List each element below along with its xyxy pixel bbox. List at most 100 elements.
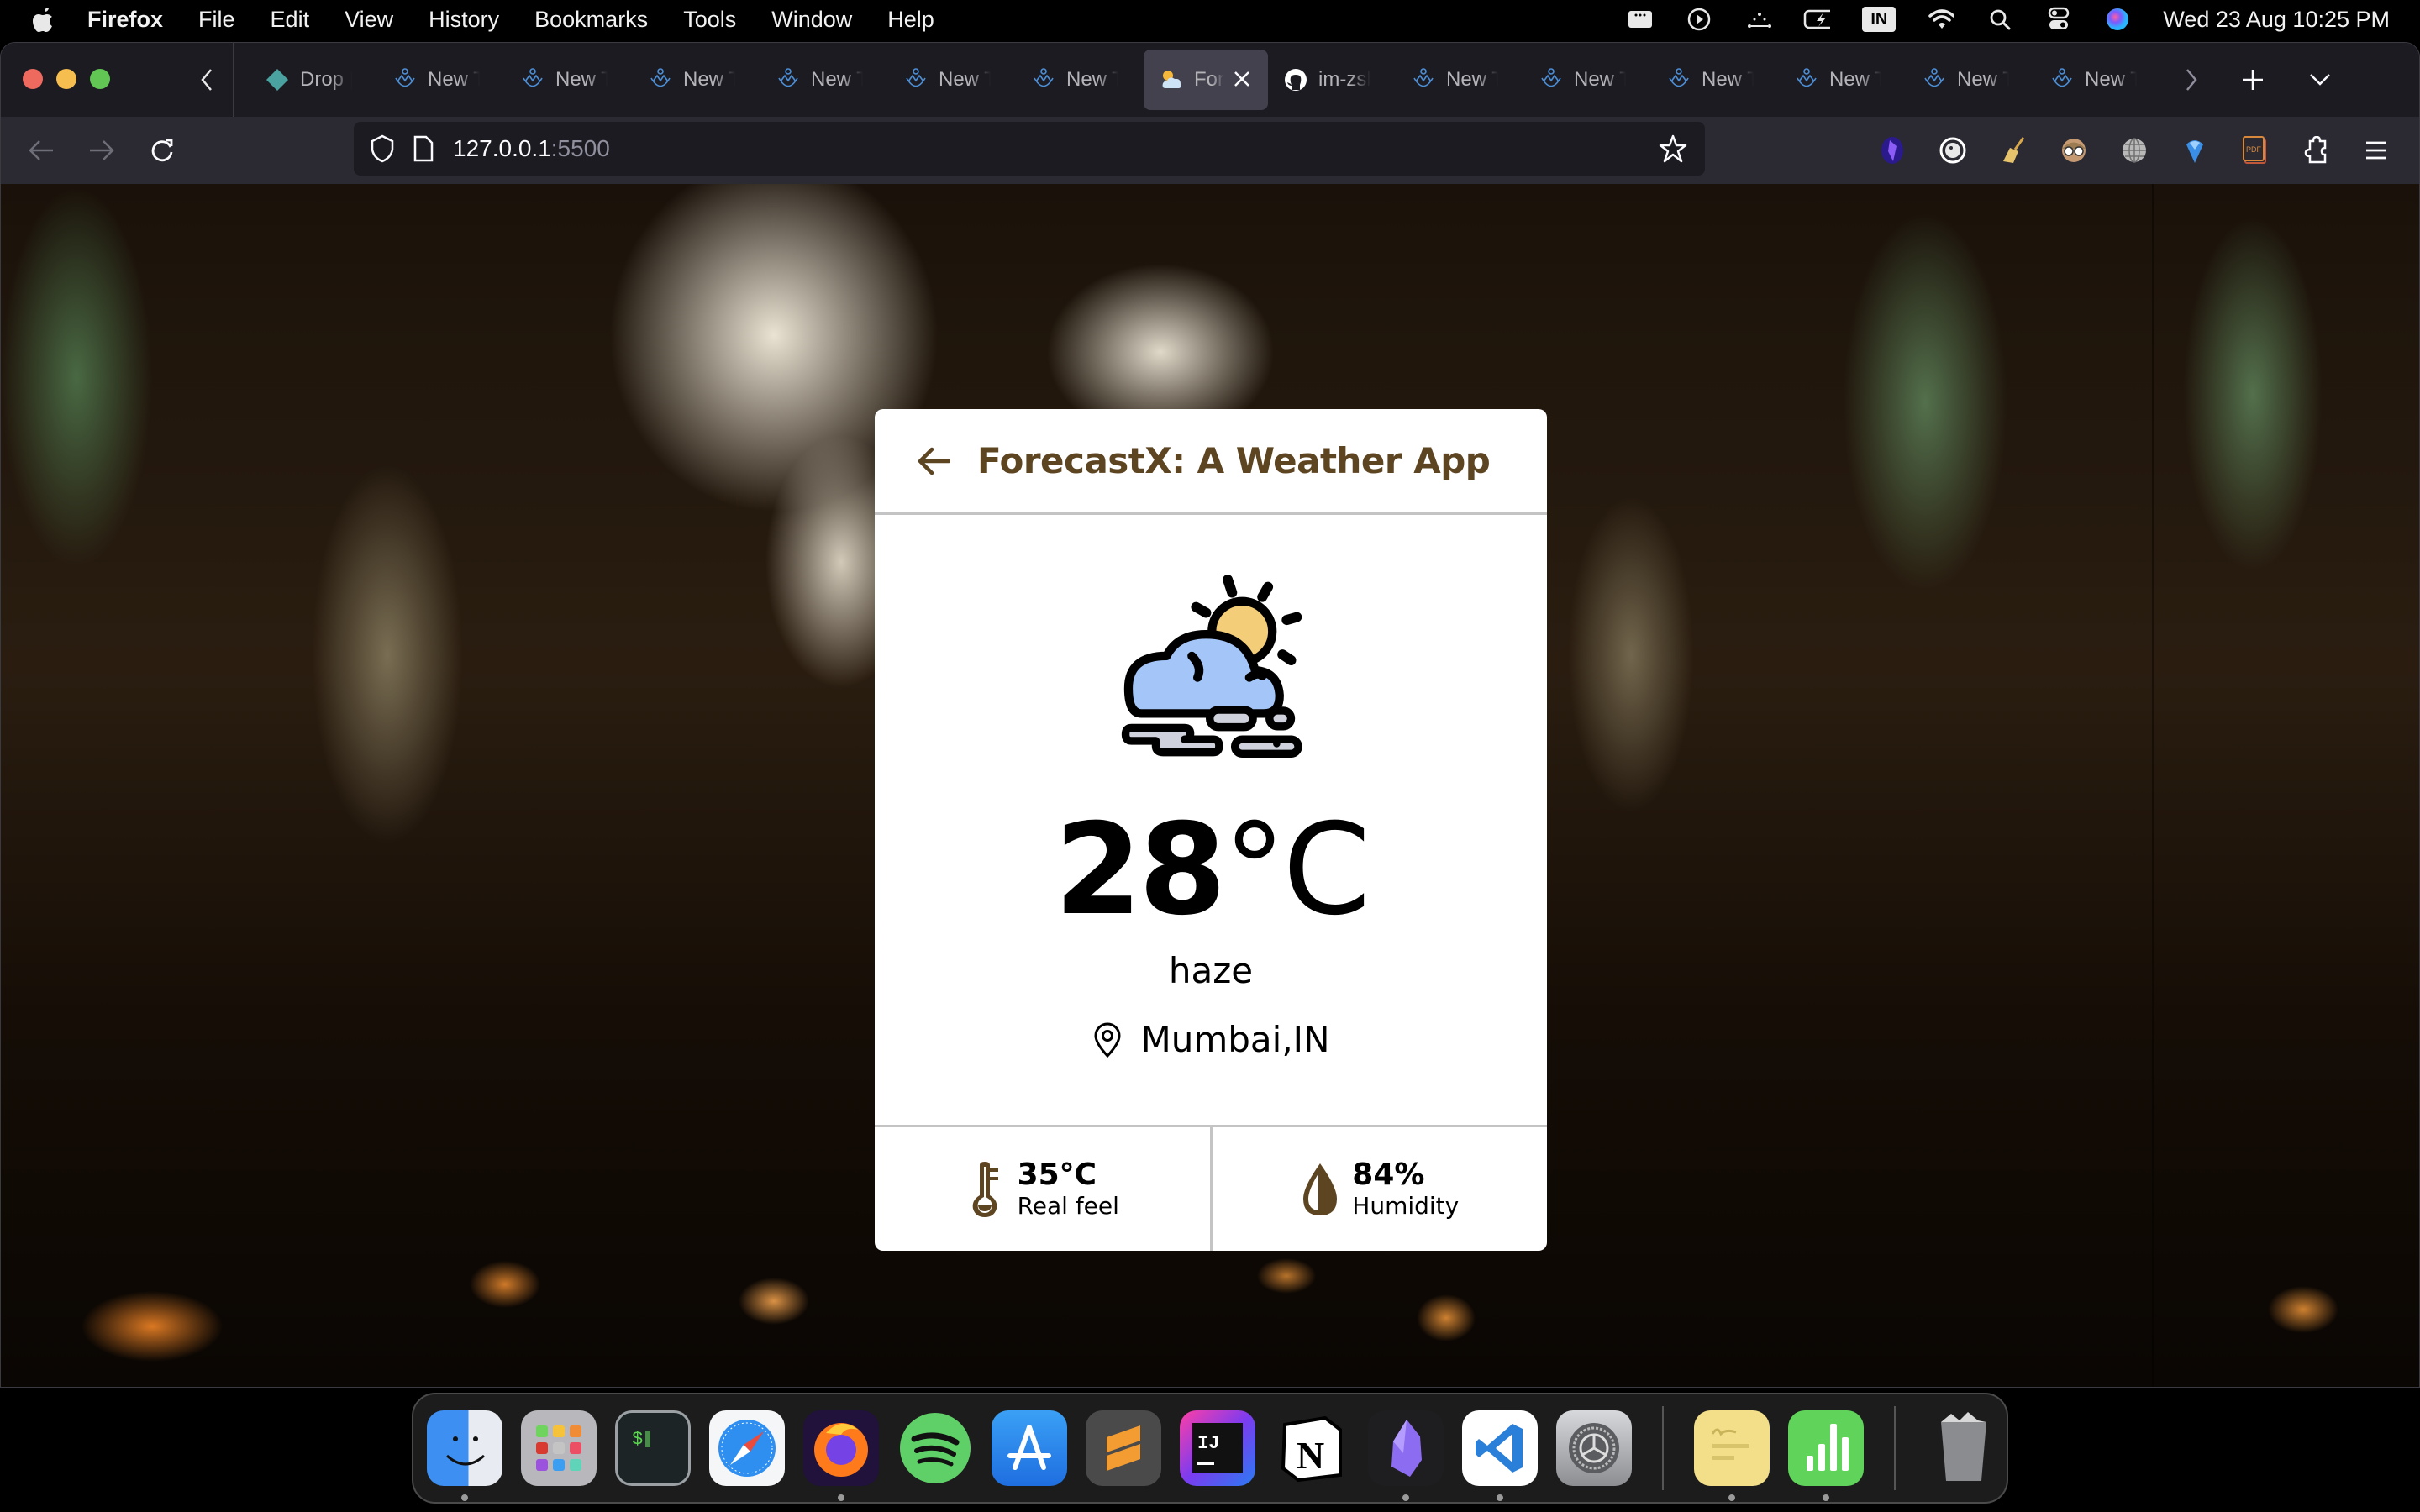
window-minimize-button[interactable] bbox=[56, 69, 76, 89]
dock-spotify[interactable] bbox=[897, 1410, 973, 1486]
page-info-icon[interactable] bbox=[411, 132, 436, 165]
tab-new-tab[interactable]: New Tab bbox=[1907, 50, 2034, 110]
tab-label: im-zsh bbox=[1318, 68, 1370, 91]
reload-button[interactable] bbox=[145, 134, 179, 167]
bluetooth-dots-icon[interactable] bbox=[1744, 7, 1772, 32]
tab-new-tab[interactable]: New Tab bbox=[1523, 50, 1651, 110]
input-source-badge[interactable]: IN bbox=[1862, 7, 1897, 32]
tab-new-tab[interactable]: New Tab bbox=[1651, 50, 1779, 110]
dock-notion[interactable]: N bbox=[1274, 1410, 1349, 1486]
new-tab-mountain-icon bbox=[1411, 67, 1436, 92]
running-indicator bbox=[838, 1494, 844, 1501]
tab-new-tab[interactable]: New Tab bbox=[377, 50, 505, 110]
real-feel-stat: 35°C Real feel bbox=[875, 1127, 1210, 1251]
menu-help[interactable]: Help bbox=[887, 7, 934, 33]
svg-text:N: N bbox=[1297, 1434, 1324, 1477]
tab-scroll-right-button[interactable] bbox=[2179, 65, 2204, 95]
new-tab-mountain-icon bbox=[1794, 67, 1819, 92]
back-button[interactable] bbox=[24, 134, 58, 167]
dropbox-diamond-icon bbox=[265, 67, 290, 92]
tab-new-tab[interactable]: New Tab bbox=[760, 50, 888, 110]
tab-label: New Tab bbox=[1446, 68, 1498, 91]
extensions-puzzle-icon[interactable] bbox=[2300, 132, 2332, 169]
tab-github[interactable]: im-zsh bbox=[1268, 50, 1396, 110]
menu-edit[interactable]: Edit bbox=[271, 7, 310, 33]
dock-sublime-text[interactable] bbox=[1086, 1410, 1161, 1486]
tab-new-tab[interactable]: New Tab bbox=[505, 50, 633, 110]
tab-label: New Tab bbox=[555, 68, 608, 91]
extensions-toolbar: PDF bbox=[1876, 132, 2392, 169]
tab-new-tab[interactable]: New Tab bbox=[888, 50, 1016, 110]
new-tab-button[interactable] bbox=[2236, 63, 2270, 97]
tab-scroll-left-button[interactable] bbox=[194, 65, 219, 95]
address-bar[interactable]: 127.0.0.1:5500 bbox=[354, 122, 1705, 176]
dock-app-store[interactable] bbox=[992, 1410, 1067, 1486]
dock-obsidian[interactable] bbox=[1368, 1410, 1444, 1501]
broom-cleaner-extension-icon[interactable] bbox=[1997, 132, 2029, 169]
menu-history[interactable]: History bbox=[429, 7, 499, 33]
menu-app-firefox[interactable]: Firefox bbox=[87, 7, 163, 33]
page-viewport: ForecastX: A Weather App 28°C haze Mumba… bbox=[1, 184, 2419, 1387]
dock-separator bbox=[1662, 1406, 1664, 1490]
window-close-button[interactable] bbox=[23, 69, 43, 89]
blue-gem-extension-icon[interactable] bbox=[2179, 132, 2211, 169]
dock-system-settings[interactable] bbox=[1556, 1410, 1632, 1486]
dock-vscode[interactable] bbox=[1462, 1410, 1538, 1501]
back-arrow-icon[interactable] bbox=[915, 443, 952, 480]
forward-button[interactable] bbox=[85, 134, 118, 167]
duckduckgo-extension-icon[interactable] bbox=[1937, 132, 1969, 169]
play-icon[interactable] bbox=[1686, 7, 1712, 32]
tab-new-tab[interactable]: New Tab bbox=[2034, 50, 2162, 110]
bookmark-star-icon[interactable] bbox=[1656, 132, 1690, 165]
menu-bookmarks[interactable]: Bookmarks bbox=[534, 7, 648, 33]
partly-cloudy-haze-icon bbox=[1098, 557, 1328, 784]
battery-charging-icon[interactable] bbox=[1803, 7, 1831, 32]
dock-stickies[interactable] bbox=[1694, 1410, 1770, 1501]
tracking-protection-shield-icon[interactable] bbox=[367, 132, 397, 165]
list-all-tabs-button[interactable] bbox=[2303, 63, 2337, 97]
window-maximize-button[interactable] bbox=[90, 69, 110, 89]
url-text[interactable]: 127.0.0.1:5500 bbox=[453, 135, 610, 162]
close-tab-icon[interactable] bbox=[1229, 66, 1255, 92]
dock-separator bbox=[1894, 1406, 1896, 1490]
glasses-avatar-extension-icon[interactable] bbox=[2058, 132, 2090, 169]
wifi-icon[interactable] bbox=[1928, 7, 1955, 32]
dock-trash[interactable] bbox=[1926, 1410, 2002, 1486]
humidity-stat: 84% Humidity bbox=[1209, 1127, 1548, 1251]
dock-firefox[interactable] bbox=[803, 1410, 879, 1501]
menu-window[interactable]: Window bbox=[771, 7, 852, 33]
obsidian-crystal-extension-icon[interactable] bbox=[1876, 132, 1908, 169]
tab-new-tab[interactable]: New Tab bbox=[633, 50, 760, 110]
tab-new-tab[interactable]: New Tab bbox=[1016, 50, 1144, 110]
tab-label: New Tab bbox=[2085, 68, 2137, 91]
new-tab-mountain-icon bbox=[392, 67, 418, 92]
location-row: Mumbai,IN bbox=[875, 1019, 1547, 1060]
menu-bar-clock[interactable]: Wed 23 Aug 10:25 PM bbox=[2163, 7, 2390, 33]
globe-extension-icon[interactable] bbox=[2118, 132, 2150, 169]
running-indicator bbox=[461, 1494, 468, 1501]
tab-new-tab[interactable]: New Tab bbox=[1779, 50, 1907, 110]
dock-terminal[interactable]: $ bbox=[615, 1410, 691, 1486]
humidity-label: Humidity bbox=[1352, 1191, 1460, 1220]
pdf-extension-icon[interactable]: PDF bbox=[2239, 132, 2271, 169]
url-port: :5500 bbox=[550, 135, 610, 161]
dock-launchpad[interactable] bbox=[521, 1410, 597, 1486]
menu-file[interactable]: File bbox=[198, 7, 235, 33]
tab-forecastx-active[interactable]: ForecastX bbox=[1144, 50, 1268, 110]
dock-numbers[interactable] bbox=[1788, 1410, 1864, 1501]
siri-icon[interactable] bbox=[2104, 7, 2131, 32]
tab-new-tab[interactable]: New Tab bbox=[1396, 50, 1523, 110]
apple-menu-icon[interactable] bbox=[32, 5, 57, 34]
dock-finder[interactable] bbox=[427, 1410, 502, 1501]
menu-tools[interactable]: Tools bbox=[683, 7, 736, 33]
control-center-icon[interactable] bbox=[2045, 7, 2072, 32]
stage-manager-icon[interactable] bbox=[1627, 7, 1654, 32]
hamburger-menu-icon[interactable] bbox=[2360, 132, 2392, 169]
running-indicator bbox=[1402, 1494, 1409, 1501]
tab-dropbox[interactable]: Drop | bbox=[250, 50, 377, 110]
location-city: Mumbai,IN bbox=[1140, 1019, 1330, 1060]
dock-intellij-idea[interactable]: IJ bbox=[1180, 1410, 1255, 1486]
menu-view[interactable]: View bbox=[345, 7, 393, 33]
spotlight-search-icon[interactable] bbox=[1986, 7, 2013, 32]
dock-safari[interactable] bbox=[709, 1410, 785, 1486]
